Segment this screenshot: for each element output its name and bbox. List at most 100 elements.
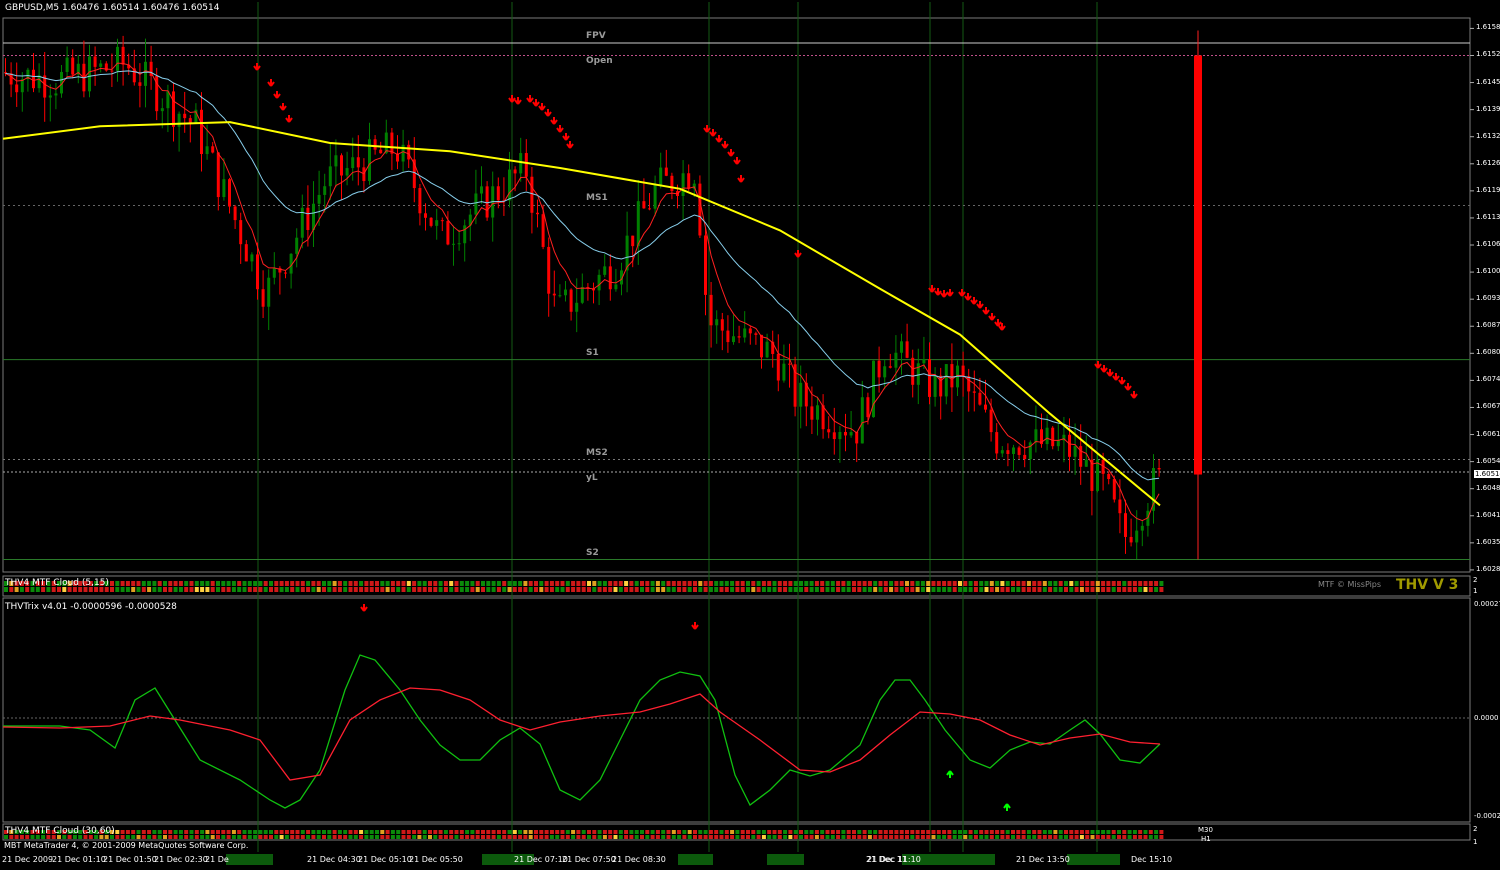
mt4-chart-window[interactable]: GBPUSD,M5 1.60476 1.60514 1.60476 1.6051… <box>0 0 1500 866</box>
candle-body <box>541 214 545 247</box>
cloud-cell <box>549 830 554 834</box>
cloud-cell <box>242 587 247 592</box>
cloud-cell <box>178 835 183 839</box>
cloud-cell <box>836 581 841 586</box>
cloud-cell <box>1011 581 1015 586</box>
pivot-label-ms2: MS2 <box>586 447 608 458</box>
cloud-cell <box>544 835 549 839</box>
cloud-cell <box>539 835 544 839</box>
cloud-cell <box>703 835 708 839</box>
price-panel-frame <box>2 17 1471 573</box>
cloud-cell <box>390 830 395 834</box>
cloud-cell <box>799 581 803 586</box>
cloud-cell <box>194 830 199 834</box>
cloud-cell <box>899 587 904 592</box>
cloud-cell <box>772 830 777 834</box>
cloud-cell <box>666 835 671 839</box>
cloud-cell <box>968 587 973 592</box>
cloud-cell <box>899 835 904 839</box>
cloud-cell <box>592 581 597 586</box>
cloud-cell <box>714 587 719 592</box>
cloud-cell <box>454 830 459 834</box>
chart-title: GBPUSD,M5 1.60476 1.60514 1.60476 1.6051… <box>5 3 220 13</box>
sell-signal-arrow <box>958 289 966 297</box>
cloud-cell <box>110 587 114 592</box>
cloud-cell <box>369 830 374 834</box>
time-axis-label: 21 Dec 05:10 <box>358 855 412 864</box>
cloud-cell <box>385 581 390 586</box>
sell-signal-arrow <box>1112 373 1120 381</box>
candle-body <box>519 153 523 174</box>
cloud-cell <box>1048 835 1053 839</box>
sell-signal-arrow <box>988 313 996 321</box>
cloud-cell <box>661 581 666 586</box>
cloud-cell <box>1037 587 1042 592</box>
cloud-cell <box>624 581 629 586</box>
cloud-cell <box>507 835 512 839</box>
candle-body <box>782 363 786 381</box>
price-chart[interactable] <box>0 0 1500 866</box>
candle-body <box>496 186 500 201</box>
cloud-cell <box>931 835 936 839</box>
candle-body <box>1051 427 1055 447</box>
price-axis-label: 1.61195 <box>1476 185 1500 194</box>
cloud-cell <box>730 830 735 834</box>
candle-body <box>250 254 254 262</box>
cloud-cell <box>465 587 470 592</box>
cloud-cell <box>629 581 634 586</box>
cloud-cell <box>894 587 899 592</box>
cloud-cell <box>231 581 236 586</box>
price-axis-label: 1.60350 <box>1476 537 1500 546</box>
candle-body <box>1034 429 1038 443</box>
cloud-cell <box>1095 835 1100 839</box>
cloud-cell <box>406 581 411 586</box>
cloud-cell <box>799 835 803 839</box>
cloud-cell <box>565 581 570 586</box>
cloud-cell <box>1079 835 1084 839</box>
sell-signal-arrow <box>508 95 516 103</box>
cloud-cell <box>507 830 512 834</box>
cloud-cell <box>428 830 432 834</box>
cloud-cell <box>565 830 570 834</box>
cloud-cell <box>481 835 485 839</box>
cloud-cell <box>894 835 899 839</box>
cloud-cell <box>465 581 470 586</box>
trix-axis-zero: 0.0000 <box>1474 714 1499 722</box>
candle-body <box>228 179 231 207</box>
candle-body <box>776 353 780 381</box>
cloud-cell <box>343 587 348 592</box>
cloud-cell <box>825 581 830 586</box>
cloud-cell <box>857 830 862 834</box>
cloud-cell <box>1000 830 1005 834</box>
cloud-cell <box>841 581 846 586</box>
cloud-cell <box>359 830 364 834</box>
cloud-cell <box>359 587 364 592</box>
cloud-cell <box>279 835 284 839</box>
cloud-cell <box>788 587 793 592</box>
cloud-cell <box>194 581 199 586</box>
cloud-cell <box>269 587 273 592</box>
cloud-cell <box>396 581 401 586</box>
cloud-cell <box>1085 835 1090 839</box>
cloud-cell <box>1069 581 1074 586</box>
cloud-cell <box>475 581 480 586</box>
sell-signal-arrow <box>1100 365 1108 373</box>
candle-body <box>1107 473 1111 480</box>
cloud-cell <box>512 581 517 586</box>
cloud-cell <box>438 835 443 839</box>
cloud-cell <box>438 830 443 834</box>
cloud-cell <box>931 830 936 834</box>
cloud-cell <box>581 830 586 834</box>
cloud-cell <box>979 581 984 586</box>
cloud-cell <box>1021 830 1026 834</box>
cloud-cell <box>1042 587 1047 592</box>
cloud-cell <box>534 581 538 586</box>
candle-body <box>1112 479 1116 500</box>
cloud-cell <box>947 581 952 586</box>
cloud-cell <box>830 587 835 592</box>
cloud-cell <box>931 581 936 586</box>
cloud-cell <box>1154 835 1159 839</box>
cloud-cell <box>1106 581 1111 586</box>
cloud-cell <box>115 830 120 834</box>
cloud-cell <box>539 587 544 592</box>
